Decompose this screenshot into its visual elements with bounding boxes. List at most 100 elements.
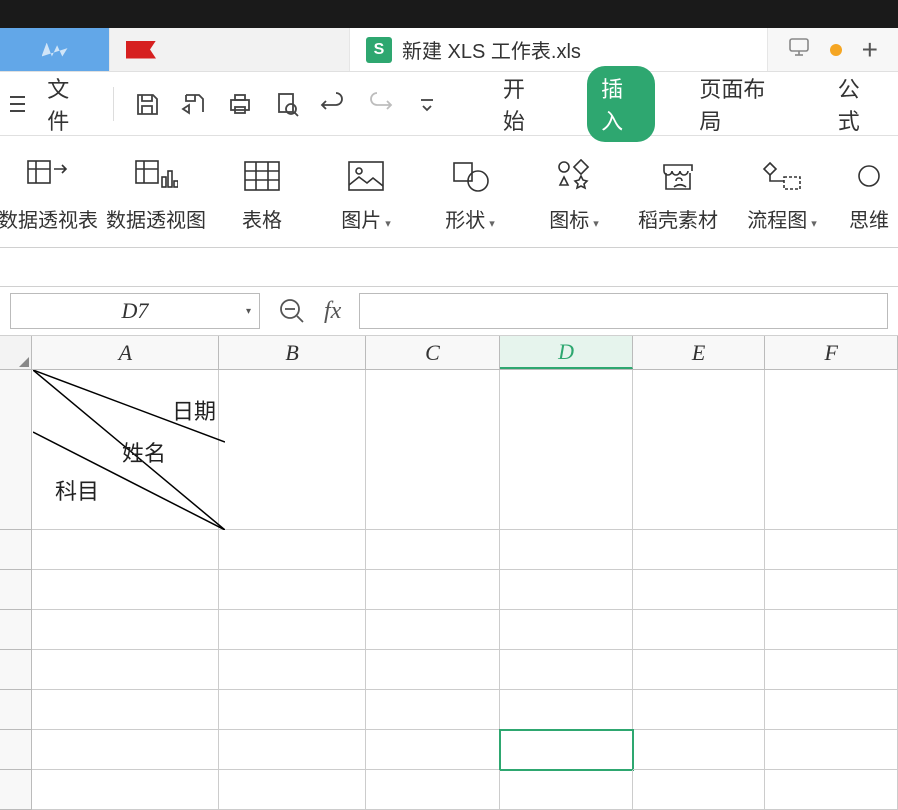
row-header[interactable]: [0, 690, 32, 730]
picture-button[interactable]: 图片▾: [324, 158, 408, 233]
row-header[interactable]: [0, 770, 32, 810]
row-header[interactable]: [0, 530, 32, 570]
cell[interactable]: [500, 570, 633, 610]
tab-home[interactable]: [0, 28, 110, 71]
undo-icon[interactable]: [319, 89, 348, 119]
cell[interactable]: [219, 650, 365, 690]
cell[interactable]: [500, 770, 633, 810]
document-title: 新建 XLS 工作表.xls: [402, 35, 581, 64]
cell[interactable]: [500, 730, 633, 770]
cell[interactable]: [366, 570, 501, 610]
print-preview-icon[interactable]: [272, 89, 301, 119]
cell[interactable]: [366, 530, 501, 570]
picture-label: 图片▾: [341, 204, 391, 233]
redo-icon[interactable]: [366, 89, 395, 119]
column-header-F[interactable]: F: [765, 336, 898, 369]
cell[interactable]: [500, 690, 633, 730]
flowchart-button[interactable]: 流程图▾: [740, 158, 824, 233]
cell[interactable]: [633, 610, 766, 650]
mindmap-button[interactable]: 思维: [844, 158, 894, 233]
cell[interactable]: [633, 690, 766, 730]
cell[interactable]: [633, 570, 766, 610]
docer-label: 稻壳素材: [638, 204, 718, 233]
grid-row: [0, 770, 898, 810]
fx-ic[interactable]: fx: [324, 298, 341, 325]
cell[interactable]: [765, 570, 898, 610]
cell[interactable]: [32, 570, 219, 610]
zoom-fit-icon[interactable]: [278, 297, 306, 325]
row-header[interactable]: [0, 730, 32, 770]
tab-formula[interactable]: 公式: [824, 66, 892, 142]
column-header-C[interactable]: C: [366, 336, 501, 369]
select-all-corner[interactable]: [0, 336, 32, 369]
pivot-table-button[interactable]: 数据透视表: [4, 158, 92, 233]
menu-icon[interactable]: [6, 96, 29, 112]
cell[interactable]: [219, 770, 365, 810]
cell[interactable]: [219, 530, 365, 570]
row-header[interactable]: [0, 570, 32, 610]
cell[interactable]: [32, 610, 219, 650]
cell[interactable]: [765, 690, 898, 730]
cell[interactable]: [219, 610, 365, 650]
cell[interactable]: [765, 370, 898, 530]
grid-row: [0, 690, 898, 730]
save-as-icon[interactable]: [179, 89, 208, 119]
cell[interactable]: [219, 370, 365, 530]
cell[interactable]: [366, 610, 501, 650]
cell[interactable]: [633, 530, 766, 570]
column-header-B[interactable]: B: [219, 336, 365, 369]
cell[interactable]: [765, 530, 898, 570]
print-icon[interactable]: [226, 89, 255, 119]
cell[interactable]: [366, 370, 501, 530]
row-header[interactable]: [0, 650, 32, 690]
new-tab-button[interactable]: +: [862, 34, 878, 66]
cell[interactable]: [765, 650, 898, 690]
grid-row: [0, 570, 898, 610]
cell[interactable]: [219, 570, 365, 610]
name-box[interactable]: D7 ▾: [10, 293, 260, 329]
save-icon[interactable]: [132, 89, 161, 119]
cell[interactable]: [500, 650, 633, 690]
cell[interactable]: [633, 650, 766, 690]
cell[interactable]: [765, 770, 898, 810]
file-menu[interactable]: 文件: [47, 72, 89, 136]
column-header-A[interactable]: A: [32, 336, 219, 369]
cell[interactable]: [32, 770, 219, 810]
tab-other[interactable]: [110, 28, 350, 71]
cell[interactable]: [366, 770, 501, 810]
tab-insert[interactable]: 插入: [587, 66, 655, 142]
presentation-mode-icon[interactable]: [788, 37, 810, 62]
grid-row: [0, 610, 898, 650]
tab-start[interactable]: 开始: [489, 66, 557, 142]
formula-input[interactable]: [359, 293, 888, 329]
cell[interactable]: [765, 730, 898, 770]
cell[interactable]: [219, 730, 365, 770]
cell[interactable]: [32, 730, 219, 770]
cell[interactable]: [32, 530, 219, 570]
column-header-D[interactable]: D: [500, 336, 633, 369]
cell[interactable]: [219, 690, 365, 730]
cell[interactable]: [366, 650, 501, 690]
cell[interactable]: [32, 690, 219, 730]
cell[interactable]: [366, 690, 501, 730]
cell[interactable]: [366, 730, 501, 770]
cell[interactable]: [500, 370, 633, 530]
column-header-E[interactable]: E: [633, 336, 766, 369]
toolbar-overflow-icon[interactable]: [412, 89, 441, 119]
cell[interactable]: [633, 770, 766, 810]
cell[interactable]: [500, 610, 633, 650]
cell[interactable]: [765, 610, 898, 650]
row-header[interactable]: [0, 370, 32, 530]
cell[interactable]: [633, 730, 766, 770]
icons-button[interactable]: 图标▾: [532, 158, 616, 233]
cell[interactable]: [32, 650, 219, 690]
table-button[interactable]: 表格: [220, 158, 304, 233]
shapes-button[interactable]: 形状▾: [428, 158, 512, 233]
tab-page-layout[interactable]: 页面布局: [685, 66, 793, 142]
docer-button[interactable]: 稻壳素材: [636, 158, 720, 233]
cell[interactable]: [633, 370, 766, 530]
pivot-chart-button[interactable]: 数据透视图: [112, 158, 200, 233]
cell[interactable]: [500, 530, 633, 570]
row-header[interactable]: [0, 610, 32, 650]
chevron-down-icon[interactable]: ▾: [246, 306, 251, 317]
